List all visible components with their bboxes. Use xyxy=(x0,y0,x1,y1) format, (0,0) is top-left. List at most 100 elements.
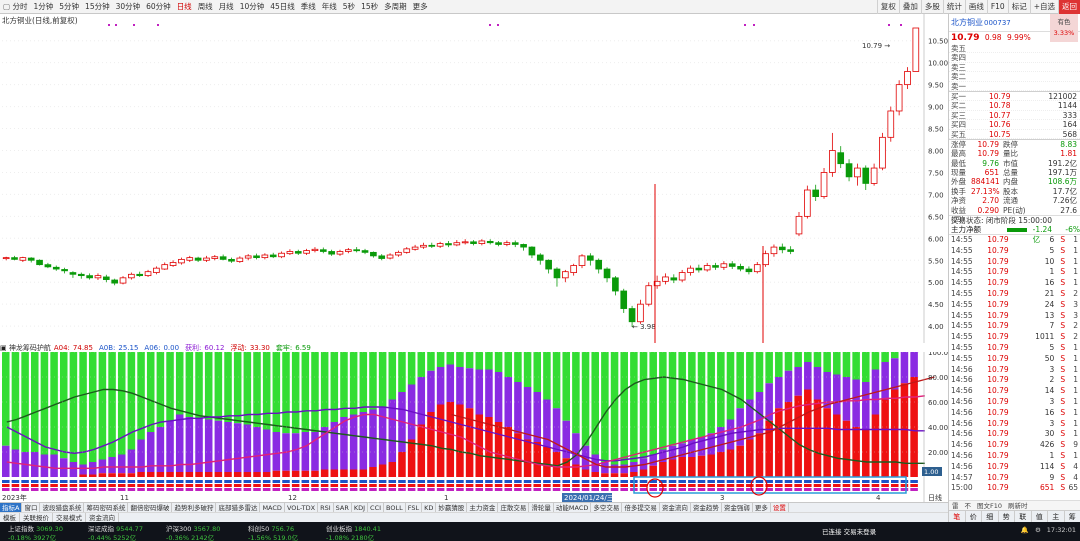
toolbar-button[interactable]: 画线 xyxy=(964,0,987,14)
indicator-tab[interactable]: 翻倍密码爆破 xyxy=(128,503,173,512)
index-change: -0.44% xyxy=(88,534,114,541)
indicator-tab[interactable]: 趋势利多破狩 xyxy=(172,503,217,512)
period-tab[interactable]: 年线 xyxy=(319,0,340,14)
period-tab[interactable]: 季线 xyxy=(298,0,319,14)
period-tab[interactable]: 5秒 xyxy=(340,0,358,14)
toolbar-button[interactable]: 复权 xyxy=(876,0,899,14)
tick-price: 10.79 xyxy=(987,429,1009,439)
indicator-tab[interactable]: 资金强弱 xyxy=(722,503,753,512)
ask-row[interactable]: 卖五 xyxy=(949,44,1080,54)
toolbar-button[interactable]: 返回 xyxy=(1058,0,1080,14)
panel-footer-tab[interactable]: 势 xyxy=(999,511,1015,522)
period-tab[interactable]: 60分钟 xyxy=(143,0,174,14)
period-tab[interactable]: 15分钟 xyxy=(82,0,113,14)
indicator-tab[interactable]: 资金趋势 xyxy=(691,503,722,512)
period-tab[interactable]: 日线 xyxy=(174,0,195,14)
panel-mini-tab[interactable]: 刷新时 xyxy=(1005,501,1031,510)
indicator-tab[interactable]: 更多 xyxy=(753,503,771,512)
panel-footer-tab[interactable]: 细 xyxy=(982,511,999,522)
date-axis-label: 1 xyxy=(444,494,448,502)
period-tab[interactable]: 多周期 xyxy=(381,0,410,14)
indicator-tab[interactable]: 指标A xyxy=(0,503,23,512)
signal-dot xyxy=(900,24,902,26)
panel-footer-tab[interactable]: 值 xyxy=(1032,511,1048,522)
toolbar-button[interactable]: F10 xyxy=(986,0,1008,14)
period-tab[interactable]: 1分钟 xyxy=(30,0,56,14)
indicator-tab[interactable]: 设置 xyxy=(771,503,789,512)
period-tab[interactable]: 10分钟 xyxy=(237,0,268,14)
indicator-tab[interactable]: 筹码密码系统 xyxy=(84,503,129,512)
toolbar-button[interactable]: 统计 xyxy=(942,0,965,14)
period-tab[interactable]: 更多 xyxy=(410,0,431,14)
indicator-tab[interactable]: VOL-TDX xyxy=(285,503,319,512)
indicator-tab[interactable]: RSI xyxy=(318,503,334,512)
panel-footer-tabs: 笔价细势联值主筹 xyxy=(949,510,1080,522)
ask-row[interactable]: 卖一 xyxy=(949,82,1080,91)
tick-time: 14:56 xyxy=(951,418,973,428)
indicator-bar xyxy=(514,352,522,491)
indicator-svg[interactable]: 100.0 80.00 60.00 40.00 20.00 1.00 2023年 11 12 1 2… xyxy=(0,349,948,502)
stat-value: 9.76 xyxy=(982,158,999,168)
panel-mini-tab[interactable]: 图文F10 xyxy=(974,501,1005,510)
toolbar-button[interactable]: 叠加 xyxy=(898,0,921,14)
indicator-tab[interactable]: 资金流向 xyxy=(660,503,691,512)
indicator-tab[interactable]: 主力资金 xyxy=(467,503,499,512)
settings-icon[interactable]: ⚙ xyxy=(1035,526,1041,534)
indicator-tab[interactable]: 多空交易 xyxy=(591,503,623,512)
ask-row[interactable]: 卖三 xyxy=(949,63,1080,73)
indicator-tab[interactable]: 倍多提交易 xyxy=(622,503,660,512)
indicator-tab[interactable]: 滑轮量 xyxy=(529,503,554,512)
period-tab[interactable]: 30分钟 xyxy=(113,0,144,14)
bell-icon[interactable]: 🔔 xyxy=(1021,526,1029,534)
bid-row[interactable]: 买二 10.78 1144 xyxy=(949,101,1080,111)
indicator-bar xyxy=(427,352,435,491)
period-tab[interactable]: 月线 xyxy=(216,0,237,14)
indicator-tab-secondary[interactable]: 交易模式 xyxy=(53,513,86,522)
indicator-tab[interactable]: SAR xyxy=(334,503,352,512)
indicator-tab[interactable]: 动能MACD xyxy=(554,503,592,512)
panel-footer-tab[interactable]: 联 xyxy=(1015,511,1032,522)
period-tab[interactable]: 5分钟 xyxy=(56,0,82,14)
indicator-tab[interactable]: BOLL xyxy=(384,503,406,512)
indicator-tab-secondary[interactable]: 模板 xyxy=(0,513,20,522)
stat-label: 股本 xyxy=(1003,186,1018,196)
toolbar-button[interactable]: +自选 xyxy=(1029,0,1058,14)
kline-svg[interactable]: 10.50 10.00 9.50 9.00 8.50 8.00 7.50 7.00 6.50 6.… xyxy=(0,14,948,343)
bid-row[interactable]: 买五 10.75 568 xyxy=(949,130,1080,139)
kline-chart[interactable]: 北方铜业(日线,前复权) 10.50 10.00 9.50 9.00 8.50 8.00 7… xyxy=(0,14,948,343)
panel-footer-tab[interactable]: 主 xyxy=(1048,511,1065,522)
indicator-chart[interactable]: 100.0 80.00 60.00 40.00 20.00 1.00 2023年 11 12 1 2… xyxy=(0,349,948,502)
indicator-tab[interactable]: KD xyxy=(422,503,437,512)
indicator-tab-secondary[interactable]: 关联报价 xyxy=(20,513,53,522)
ask-row[interactable]: 卖四 xyxy=(949,53,1080,63)
period-tab[interactable]: 分时 xyxy=(0,0,30,14)
bid-row[interactable]: 买三 10.77 333 xyxy=(949,111,1080,121)
period-tab[interactable]: 45日线 xyxy=(267,0,298,14)
indicator-tab[interactable]: 妙赢猜股 xyxy=(436,503,468,512)
stat-row: 外盘 884141 内盘 108.6万 xyxy=(949,177,1080,186)
bid-row[interactable]: 买一 10.79 121002 xyxy=(949,92,1080,102)
indicator-tab[interactable]: 底部猎多雷达 xyxy=(216,503,261,512)
period-tab[interactable]: 周线 xyxy=(195,0,216,14)
panel-footer-tab[interactable]: 价 xyxy=(966,511,982,522)
toolbar-button[interactable]: 标记 xyxy=(1007,0,1030,14)
panel-footer-tab[interactable]: 笔 xyxy=(949,511,966,522)
indicator-tab[interactable]: KDJ xyxy=(352,503,369,512)
indicator-tab[interactable]: 窗口 xyxy=(22,503,41,512)
tick-list[interactable]: 14:55 10.79 6 S 1 14:55 10.79 5 S 1 14:55 10.79 10 S 1… xyxy=(949,235,1080,494)
toolbar-button[interactable]: 多股 xyxy=(920,0,943,14)
indicator-tab-secondary[interactable]: 资金流向 xyxy=(86,513,119,522)
panel-mini-tab[interactable]: 雷 xyxy=(949,501,962,510)
sector-badge[interactable]: 有色 3.33% xyxy=(1050,14,1078,42)
indicator-tab[interactable]: FSL xyxy=(406,503,423,512)
period-tab[interactable]: 15秒 xyxy=(358,0,381,14)
candle xyxy=(77,272,85,279)
indicator-tab[interactable]: MACD xyxy=(260,503,285,512)
indicator-tab[interactable]: 波段猎盘系统 xyxy=(40,503,85,512)
ask-row[interactable]: 卖二 xyxy=(949,72,1080,82)
panel-mini-tab[interactable]: 不 xyxy=(962,501,975,510)
indicator-tab[interactable]: 庄散交易 xyxy=(498,503,530,512)
indicator-tab[interactable]: CCI xyxy=(368,503,385,512)
panel-footer-tab[interactable]: 筹 xyxy=(1065,511,1080,522)
bid-row[interactable]: 买四 10.76 164 xyxy=(949,120,1080,130)
